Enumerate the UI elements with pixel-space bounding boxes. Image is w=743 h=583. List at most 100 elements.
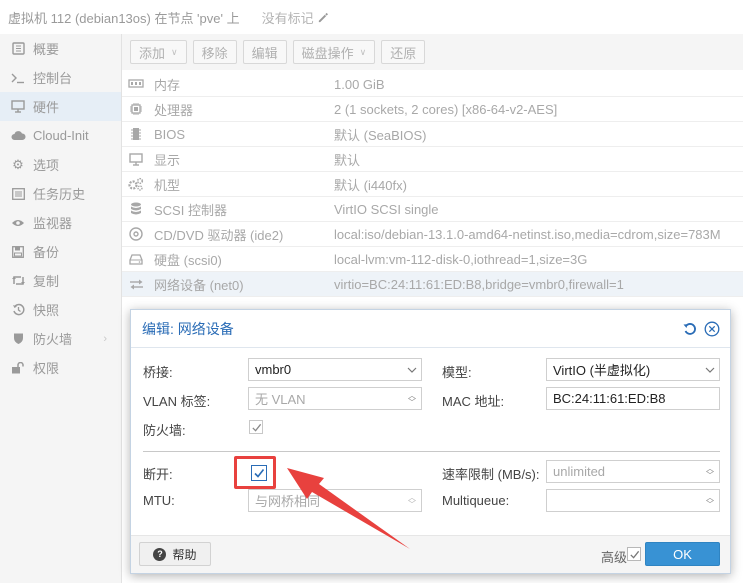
disk-action-label: 磁盘操作 (301, 45, 354, 61)
hw-value: 默认 (i440fx) (334, 177, 407, 193)
model-value: VirtIO (半虚拟化) (553, 363, 651, 378)
eye-icon (9, 215, 27, 231)
cdrom-icon (127, 226, 145, 242)
rate-limit-input[interactable]: unlimited ︿ ﹀ (546, 460, 720, 483)
advanced-checkbox[interactable] (627, 547, 641, 561)
page-header: 虚拟机 112 (debian13os) 在节点 'pve' 上 没有标记 (0, 0, 743, 34)
spinner-icon[interactable]: ︿ ﹀ (701, 461, 719, 482)
sidebar-item-replication[interactable]: 复制 (0, 266, 121, 295)
retweet-icon (9, 273, 27, 289)
hw-value: 1.00 GiB (334, 76, 385, 92)
disk-action-button[interactable]: 磁盘操作 ∨ (292, 40, 376, 64)
firewall-checkbox[interactable] (249, 420, 263, 434)
unlock-icon (9, 360, 27, 376)
sidebar-item-backup[interactable]: 备份 (0, 237, 121, 266)
mtu-label: MTU: (143, 493, 175, 508)
advanced-divider (143, 451, 720, 452)
table-row[interactable]: CD/DVD 驱动器 (ide2) local:iso/debian-13.1.… (122, 222, 743, 247)
sidebar-item-label: 控制台 (33, 71, 73, 86)
bridge-value: vmbr0 (255, 362, 292, 377)
mac-input[interactable]: BC:24:11:61:ED:B8 (546, 387, 720, 410)
table-row[interactable]: 网络设备 (net0) virtio=BC:24:11:61:ED:B8,bri… (122, 272, 743, 297)
cpu-icon (127, 101, 145, 117)
table-row[interactable]: SCSI 控制器 VirtIO SCSI single (122, 197, 743, 222)
tag-edit[interactable]: 没有标记 (262, 8, 328, 27)
edit-button[interactable]: 编辑 (242, 40, 287, 64)
vlan-input[interactable]: 无 VLAN ︿ ﹀ (248, 387, 422, 410)
book-icon (9, 41, 27, 57)
sidebar-item-label: 复制 (33, 274, 60, 289)
table-row[interactable]: 显示 默认 (122, 147, 743, 172)
multiqueue-input[interactable]: ︿ ﹀ (546, 489, 720, 512)
model-label: 模型: (442, 365, 472, 380)
question-icon: ? (153, 547, 167, 561)
help-button[interactable]: ? 帮助 (139, 542, 211, 566)
dialog-header: 编辑: 网络设备 (131, 310, 730, 348)
spinner-icon[interactable]: ︿ ﹀ (701, 490, 719, 511)
chevron-down-icon: ∨ (171, 46, 178, 57)
table-row[interactable]: 硬盘 (scsi0) local-lvm:vm-112-disk-0,iothr… (122, 247, 743, 272)
memory-icon (127, 76, 145, 92)
close-icon[interactable] (704, 321, 720, 337)
shield-icon (9, 331, 27, 347)
hw-name: 网络设备 (net0) (154, 277, 244, 293)
sidebar-item-options[interactable]: ⚙ 选项 (0, 150, 121, 179)
edit-network-dialog: 编辑: 网络设备 桥接: vmbr0 VLAN 标签: 无 VLAN ︿ ﹀ 防火… (130, 309, 731, 574)
sidebar-item-monitor[interactable]: 监视器 (0, 208, 121, 237)
sidebar-item-label: 快照 (33, 303, 60, 318)
table-row[interactable]: 内存 1.00 GiB (122, 72, 743, 97)
vlan-label: VLAN 标签: (143, 394, 211, 409)
sidebar-item-task-history[interactable]: 任务历史 (0, 179, 121, 208)
ok-button[interactable]: OK (645, 542, 720, 566)
sidebar-item-cloud-init[interactable]: Cloud-Init (0, 121, 121, 150)
sidebar: 概要 控制台 硬件 Cloud-Init ⚙ 选项 任务历史 监视器 备份 复制… (0, 34, 122, 583)
floppy-icon (9, 244, 27, 260)
sidebar-item-permissions[interactable]: 权限 (0, 353, 121, 382)
sidebar-item-firewall[interactable]: 防火墙 › (0, 324, 121, 353)
hw-name: SCSI 控制器 (154, 202, 227, 218)
sidebar-item-snapshots[interactable]: 快照 (0, 295, 121, 324)
reset-icon[interactable] (682, 321, 698, 337)
sidebar-item-hardware[interactable]: 硬件 (0, 92, 121, 121)
hardware-list: 内存 1.00 GiB 处理器 2 (1 sockets, 2 cores) [… (122, 72, 743, 297)
hw-value: virtio=BC:24:11:61:ED:B8,bridge=vmbr0,fi… (334, 276, 624, 292)
advanced-label: 高级 (600, 550, 627, 565)
add-button-label: 添加 (139, 45, 166, 61)
hw-name: 显示 (154, 152, 181, 168)
sidebar-item-label: 监视器 (33, 216, 73, 231)
remove-button[interactable]: 移除 (192, 40, 237, 64)
hw-value: 默认 (SeaBIOS) (334, 127, 427, 143)
spinner-icon[interactable]: ︿ ﹀ (403, 388, 421, 409)
ok-label: OK (673, 546, 692, 562)
edit-button-label: 编辑 (251, 45, 278, 61)
revert-button[interactable]: 还原 (381, 40, 426, 64)
sidebar-item-label: 选项 (33, 158, 60, 173)
bridge-select[interactable]: vmbr0 (248, 358, 422, 381)
sidebar-item-label: 备份 (33, 245, 60, 260)
table-row[interactable]: 处理器 2 (1 sockets, 2 cores) [x86-64-v2-AE… (122, 97, 743, 122)
sidebar-item-console[interactable]: 控制台 (0, 63, 121, 92)
desktop-icon (127, 151, 145, 167)
checkmark-icon (629, 550, 639, 559)
hw-name: 机型 (154, 177, 181, 193)
bridge-label: 桥接: (143, 365, 173, 380)
page-title: 虚拟机 112 (debian13os) 在节点 'pve' 上 (8, 10, 240, 26)
sidebar-item-summary[interactable]: 概要 (0, 34, 121, 63)
table-row[interactable]: 机型 默认 (i440fx) (122, 172, 743, 197)
tag-label: 没有标记 (261, 10, 314, 26)
chevron-right-icon[interactable]: › (103, 333, 107, 345)
sidebar-item-label: Cloud-Init (33, 128, 89, 143)
table-row[interactable]: BIOS 默认 (SeaBIOS) (122, 122, 743, 147)
add-button[interactable]: 添加 ∨ (130, 40, 187, 64)
sidebar-item-label: 任务历史 (33, 187, 86, 202)
hw-name: 硬盘 (scsi0) (154, 252, 222, 268)
spinner-icon[interactable]: ︿ ﹀ (403, 490, 421, 511)
chevron-down-icon[interactable] (701, 359, 719, 380)
chevron-down-icon[interactable] (403, 359, 421, 380)
revert-button-label: 还原 (390, 45, 417, 61)
hw-name: 内存 (154, 77, 181, 93)
mtu-input[interactable]: 与网桥相同 ︿ ﹀ (248, 489, 422, 512)
dialog-title: 编辑: 网络设备 (142, 320, 234, 337)
model-select[interactable]: VirtIO (半虚拟化) (546, 358, 720, 381)
disconnect-checkbox[interactable] (251, 465, 267, 481)
